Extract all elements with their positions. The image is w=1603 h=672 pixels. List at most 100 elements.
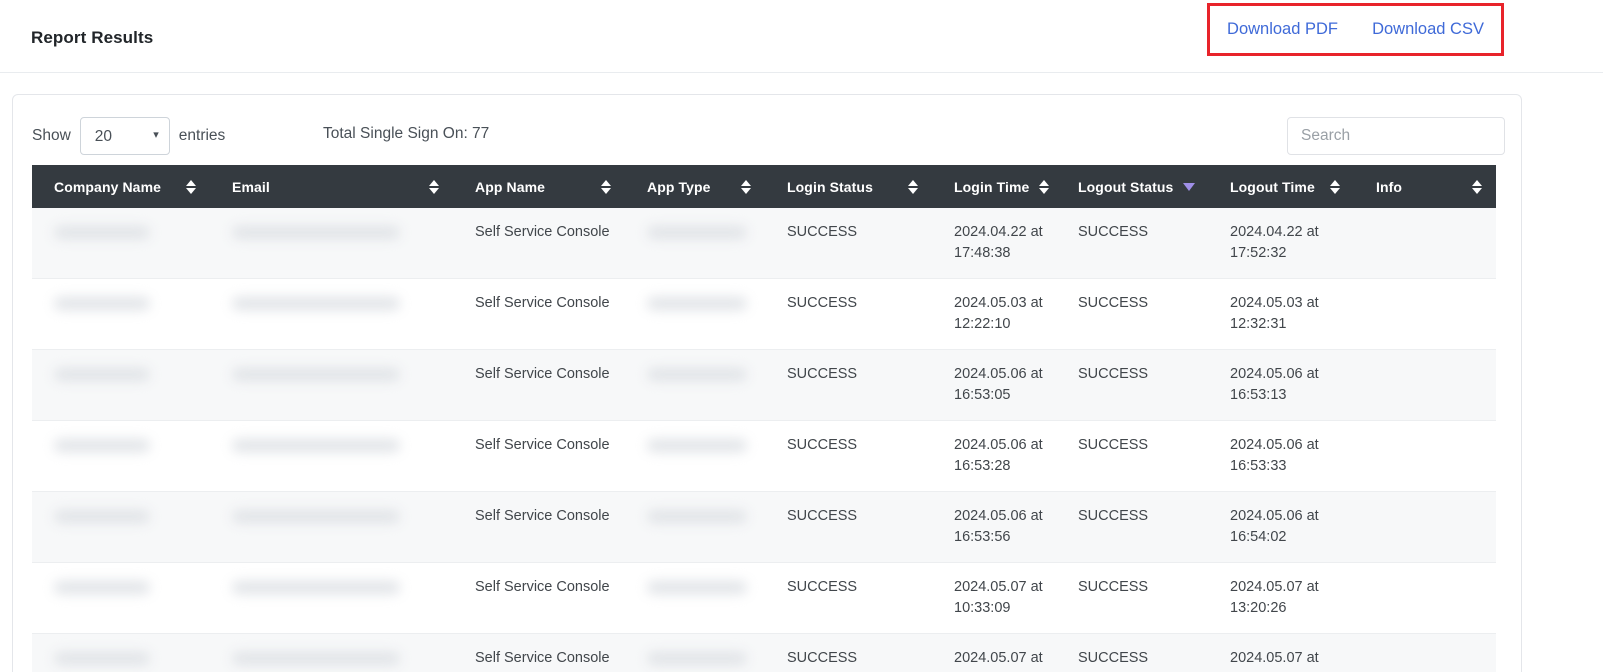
redaction-blur [54, 438, 150, 452]
cell-app-name: Self Service Console [453, 633, 625, 672]
col-app-type[interactable]: App Type [625, 165, 765, 208]
col-info[interactable]: Info [1354, 165, 1496, 208]
cell-info [1354, 562, 1496, 634]
download-pdf-link[interactable]: Download PDF [1227, 20, 1338, 39]
cell-app-name: Self Service Console [453, 208, 625, 279]
table-head: Company Name Email App Name App Type Log… [32, 165, 1496, 208]
cell-login-time: 2024.05.03 at 12:22:10 [932, 278, 1056, 350]
cell-info [1354, 278, 1496, 350]
sort-icon-login-status [908, 179, 918, 194]
cell-login-status: SUCCESS [765, 278, 932, 350]
redaction-blur [232, 225, 400, 239]
sort-icon-company-name [186, 179, 196, 194]
redaction-blur [54, 225, 150, 239]
cell-login-status: SUCCESS [765, 208, 932, 279]
cell-logout-status: SUCCESS [1056, 349, 1208, 421]
cell-logout-status: SUCCESS [1056, 278, 1208, 350]
table-row[interactable]: Self Service Console SUCCESS 2024.05.07 at… [32, 562, 1496, 634]
col-login-status[interactable]: Login Status [765, 165, 932, 208]
redaction-blur [647, 225, 747, 239]
cell-logout-status: SUCCESS [1056, 420, 1208, 492]
cell-login-time: 2024.05.06 at 16:53:56 [932, 491, 1056, 563]
page-length-group: Show 10 20 50 100 ▾ entries [32, 117, 225, 155]
col-app-name-label: App Name [475, 178, 546, 195]
col-email[interactable]: Email [210, 165, 453, 208]
page-length-select[interactable]: 10 20 50 100 [79, 117, 170, 155]
col-login-status-label: Login Status [787, 178, 873, 195]
col-logout-time-label: Logout Time [1230, 178, 1315, 195]
redaction-blur [232, 580, 400, 594]
report-results-page: Report Results Download PDF Download CSV… [0, 0, 1603, 672]
cell-logout-status: SUCCESS [1056, 633, 1208, 672]
redaction-blur [232, 509, 400, 523]
redaction-blur [232, 367, 400, 381]
cell-logout-time: 2024.05.06 at 16:53:13 [1208, 349, 1354, 421]
redaction-blur [232, 438, 400, 452]
page-length-select-wrap: 10 20 50 100 ▾ [79, 117, 170, 155]
cell-company-name-redacted [32, 278, 210, 350]
col-email-label: Email [232, 178, 270, 195]
redaction-blur [647, 651, 747, 665]
total-count-label: Total Single Sign On: 77 [323, 125, 490, 142]
cell-app-type-redacted [625, 491, 765, 563]
report-table-card: Show 10 20 50 100 ▾ entries Total Single… [12, 94, 1522, 672]
cell-app-name: Self Service Console [453, 278, 625, 350]
page-header: Report Results Download PDF Download CSV [0, 0, 1603, 73]
download-csv-link[interactable]: Download CSV [1372, 20, 1484, 39]
search-wrap [1287, 117, 1505, 155]
cell-app-type-redacted [625, 278, 765, 350]
table-scroll-region[interactable]: Company Name Email App Name App Type Log… [32, 165, 1496, 672]
cell-email-redacted [210, 420, 453, 492]
cell-email-redacted [210, 278, 453, 350]
table-body: Self Service Console SUCCESS 2024.04.22 at… [32, 208, 1496, 672]
table-row[interactable]: Self Service Console SUCCESS 2024.05.07 at… [32, 633, 1496, 672]
cell-info [1354, 208, 1496, 279]
cell-email-redacted [210, 208, 453, 279]
col-logout-status-label: Logout Status [1078, 178, 1174, 195]
cell-company-name-redacted [32, 562, 210, 634]
page-title: Report Results [31, 28, 154, 47]
cell-login-time: 2024.05.07 at 10:33:09 [932, 562, 1056, 634]
cell-login-status: SUCCESS [765, 420, 932, 492]
cell-company-name-redacted [32, 491, 210, 563]
cell-email-redacted [210, 562, 453, 634]
redaction-blur [54, 509, 150, 523]
cell-login-status: SUCCESS [765, 349, 932, 421]
cell-app-type-redacted [625, 562, 765, 634]
cell-logout-status: SUCCESS [1056, 491, 1208, 563]
sort-icon-app-name [601, 179, 611, 194]
cell-logout-status: SUCCESS [1056, 562, 1208, 634]
redaction-blur [54, 651, 150, 665]
cell-info [1354, 349, 1496, 421]
download-actions-highlight: Download PDF Download CSV [1207, 3, 1504, 56]
redaction-blur [647, 296, 747, 310]
sort-icon-app-type [741, 179, 751, 194]
cell-email-redacted [210, 633, 453, 672]
cell-email-redacted [210, 491, 453, 563]
table-row[interactable]: Self Service Console SUCCESS 2024.05.06 at… [32, 420, 1496, 492]
table-row[interactable]: Self Service Console SUCCESS 2024.05.06 at… [32, 349, 1496, 421]
sort-icon-info [1472, 179, 1482, 194]
table-toolbar: Show 10 20 50 100 ▾ entries Total Single… [13, 95, 1521, 165]
cell-app-type-redacted [625, 420, 765, 492]
cell-logout-time: 2024.05.06 at 16:53:33 [1208, 420, 1354, 492]
table-row[interactable]: Self Service Console SUCCESS 2024.05.03 at… [32, 278, 1496, 350]
col-login-time[interactable]: Login Time [932, 165, 1056, 208]
sort-icon-logout-time [1330, 179, 1340, 194]
redaction-blur [647, 438, 747, 452]
col-logout-status[interactable]: Logout Status [1056, 165, 1208, 208]
table-row[interactable]: Self Service Console SUCCESS 2024.05.06 at… [32, 491, 1496, 563]
col-app-name[interactable]: App Name [453, 165, 625, 208]
redaction-blur [54, 580, 150, 594]
table-row[interactable]: Self Service Console SUCCESS 2024.04.22 at… [32, 208, 1496, 279]
redaction-blur [232, 651, 400, 665]
search-input[interactable] [1287, 117, 1505, 155]
cell-company-name-redacted [32, 633, 210, 672]
cell-info [1354, 420, 1496, 492]
col-logout-time[interactable]: Logout Time [1208, 165, 1354, 208]
cell-app-type-redacted [625, 349, 765, 421]
redaction-blur [54, 296, 150, 310]
cell-app-type-redacted [625, 633, 765, 672]
cell-logout-time: 2024.04.22 at 17:52:32 [1208, 208, 1354, 279]
col-company-name[interactable]: Company Name [32, 165, 210, 208]
